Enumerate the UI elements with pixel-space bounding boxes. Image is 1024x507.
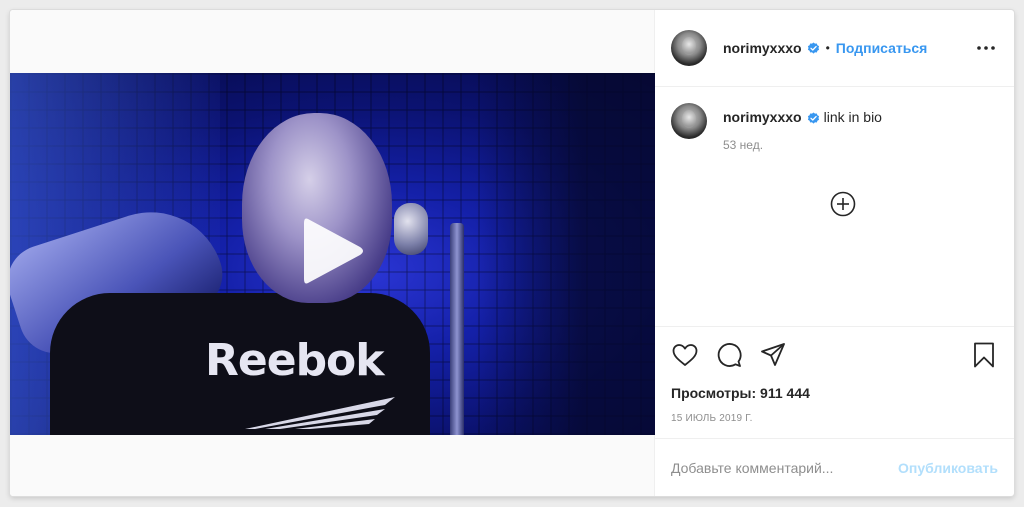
caption-timestamp[interactable]: 53 нед. bbox=[723, 138, 882, 152]
mic-stand-shape bbox=[450, 223, 464, 435]
heart-icon bbox=[672, 344, 698, 366]
like-button[interactable] bbox=[671, 341, 699, 369]
comment-bubble-icon bbox=[717, 343, 742, 367]
microphone-shape bbox=[394, 203, 428, 255]
follow-button[interactable]: Подписаться bbox=[836, 40, 928, 56]
bookmark-icon bbox=[974, 342, 994, 368]
caption-body: norimyxxxo link in bio 53 нед. bbox=[723, 108, 882, 152]
shirt-logo-swoosh bbox=[245, 397, 395, 429]
caption-username[interactable]: norimyxxxo bbox=[723, 109, 802, 125]
verified-badge-icon bbox=[807, 112, 819, 124]
post-header: norimyxxxo • Подписаться bbox=[655, 10, 1014, 87]
plus-circle-icon[interactable] bbox=[830, 191, 856, 217]
share-button[interactable] bbox=[759, 341, 787, 369]
video-player[interactable]: Reebok bbox=[10, 73, 655, 435]
actions-section: Просмотры: 911 444 15 июль 2019 г. bbox=[655, 327, 1014, 424]
header-username[interactable]: norimyxxxo bbox=[723, 40, 802, 56]
comments-area: norimyxxxo link in bio 53 нед. bbox=[655, 87, 1014, 327]
paper-plane-icon bbox=[761, 343, 785, 366]
verified-badge-icon bbox=[807, 41, 819, 54]
comment-input[interactable] bbox=[671, 459, 899, 476]
view-count[interactable]: Просмотры: 911 444 bbox=[671, 385, 998, 401]
action-buttons bbox=[671, 339, 998, 371]
shirt-logo-text: Reebok bbox=[205, 335, 385, 386]
caption: norimyxxxo link in bio 53 нед. bbox=[671, 103, 998, 152]
caption-line: norimyxxxo link in bio bbox=[723, 108, 882, 126]
play-icon[interactable] bbox=[300, 213, 366, 289]
more-horizontal-icon bbox=[977, 46, 995, 50]
publish-button[interactable]: Опубликовать bbox=[898, 460, 998, 476]
caption-avatar[interactable] bbox=[671, 103, 707, 139]
comment-button[interactable] bbox=[715, 341, 743, 369]
separator-dot: • bbox=[825, 41, 830, 55]
more-options-button[interactable] bbox=[974, 36, 998, 60]
shadow-overlay bbox=[475, 73, 655, 435]
post-modal: Reebok norimyxxxo • Подписаться norimyxx… bbox=[10, 10, 1014, 496]
comment-form: Опубликовать bbox=[655, 438, 1014, 496]
caption-text: link in bio bbox=[823, 109, 882, 125]
save-button[interactable] bbox=[970, 341, 998, 369]
avatar[interactable] bbox=[671, 30, 707, 66]
post-sidebar: norimyxxxo • Подписаться norimyxxxo link… bbox=[655, 10, 1014, 496]
media-panel: Reebok bbox=[10, 10, 655, 496]
post-date[interactable]: 15 июль 2019 г. bbox=[671, 413, 998, 424]
